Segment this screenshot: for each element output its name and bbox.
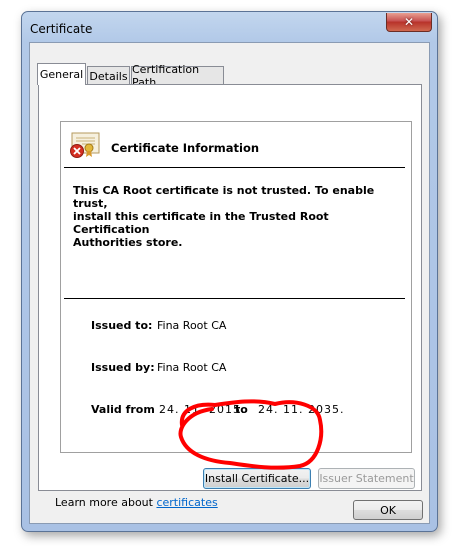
trust-warning-message: This CA Root certificate is not trusted.… [73, 184, 375, 249]
heading-divider [64, 167, 405, 168]
tab-details[interactable]: Details [87, 66, 130, 85]
close-icon: ✕ [403, 15, 415, 29]
certificate-info-heading: Certificate Information [111, 141, 260, 155]
close-button[interactable]: ✕ [386, 13, 432, 32]
certificate-dialog: Certificate ✕ General Details Certificat… [21, 11, 438, 532]
details-divider [64, 298, 405, 299]
certificate-untrusted-icon [70, 132, 100, 158]
certificate-info-box: Certificate Information This CA Root cer… [60, 121, 412, 453]
certificates-link[interactable]: certificates [156, 496, 217, 509]
learn-more-prefix: Learn more about [55, 496, 157, 509]
valid-to-date: 24. 11. 2035. [258, 403, 345, 416]
valid-to-label: to [235, 403, 248, 416]
title-bar[interactable]: Certificate ✕ [22, 12, 437, 42]
window-title: Certificate [30, 22, 93, 36]
issued-to-label: Issued to: [91, 319, 153, 332]
install-certificate-button[interactable]: Install Certificate... [203, 468, 311, 489]
learn-more-text: Learn more about certificates [55, 496, 218, 509]
tab-certification-path[interactable]: Certification Path [131, 63, 224, 89]
valid-from-label: Valid from [91, 403, 155, 416]
dialog-client-area: General Details Certification Path Certi… [29, 42, 430, 524]
ok-button[interactable]: OK [353, 500, 423, 520]
issued-by-value: Fina Root CA [157, 361, 227, 374]
issued-by-label: Issued by: [91, 361, 155, 374]
valid-from-date: 24. 11. 2015. [159, 403, 246, 416]
general-tab-panel: Certificate Information This CA Root cer… [38, 84, 422, 509]
issued-to-value: Fina Root CA [157, 319, 227, 332]
tab-label: Details [89, 69, 128, 83]
tab-general[interactable]: General [37, 63, 86, 85]
issuer-statement-button[interactable]: Issuer Statement [318, 468, 415, 489]
tab-label: General [39, 68, 84, 81]
